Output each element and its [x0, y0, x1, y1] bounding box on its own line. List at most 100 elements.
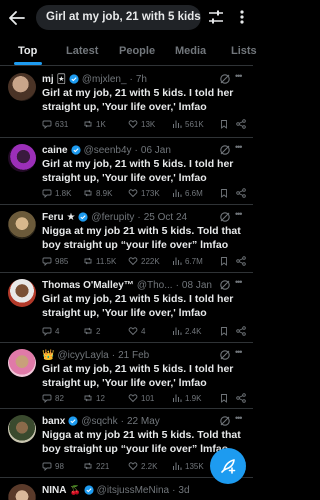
like-button[interactable]: 222K: [128, 256, 160, 266]
author-name[interactable]: Feru ★: [42, 212, 75, 223]
tweet-more-icon[interactable]: •••: [235, 71, 247, 83]
tweet-actions: 1.8K 8.9K 173K 6.6M: [42, 188, 247, 202]
tab-lists[interactable]: Lists: [231, 45, 257, 57]
grok-icon[interactable]: [219, 348, 231, 360]
retweet-count: 221: [96, 461, 110, 471]
like-count: 173K: [141, 188, 160, 198]
retweet-button[interactable]: 12: [83, 393, 105, 403]
tweet-time[interactable]: 06 Jan: [141, 145, 171, 156]
bookmark-button[interactable]: [219, 326, 229, 336]
like-button[interactable]: 101: [128, 393, 154, 403]
author-name[interactable]: NINA: [42, 485, 66, 496]
tweet-time[interactable]: 3d: [178, 485, 189, 496]
share-button[interactable]: [236, 188, 246, 198]
bookmark-button[interactable]: [219, 188, 229, 198]
avatar[interactable]: [8, 415, 36, 443]
reply-count: 98: [55, 461, 64, 471]
tweet-time[interactable]: 7h: [136, 74, 147, 85]
share-button[interactable]: [236, 256, 246, 266]
views-button[interactable]: 6.7M: [172, 256, 203, 266]
avatar[interactable]: [8, 144, 36, 172]
grok-icon[interactable]: [219, 143, 231, 155]
tweet-more-icon[interactable]: •••: [235, 142, 247, 154]
reply-button[interactable]: 4: [42, 326, 59, 336]
author-handle[interactable]: @Tho...: [137, 280, 173, 291]
name-emoji: 🃏: [56, 73, 66, 84]
share-button[interactable]: [236, 393, 246, 403]
dot-separator: ·: [172, 484, 176, 496]
tweet[interactable]: Thomas O'Malley™ @Tho... · 08 Jan ••• Gi…: [0, 273, 253, 343]
author-handle[interactable]: @seenb4y: [84, 145, 132, 156]
like-button[interactable]: 4: [128, 326, 145, 336]
bookmark-button[interactable]: [219, 119, 229, 129]
dot-separator: ·: [120, 415, 124, 427]
reply-button[interactable]: 631: [42, 119, 68, 129]
tweet[interactable]: NINA 🍒 @itsjussMeNina · 3d: [0, 478, 253, 500]
tweet-time[interactable]: 25 Oct 24: [144, 212, 187, 223]
grok-icon[interactable]: [219, 210, 231, 222]
bookmark-button[interactable]: [219, 393, 229, 403]
tweet-time[interactable]: 08 Jan: [182, 280, 212, 291]
share-icon: [236, 119, 246, 129]
dot-separator: ·: [134, 144, 138, 156]
verified-badge-icon: [78, 212, 89, 222]
compose-post-button[interactable]: [210, 448, 246, 484]
grok-icon[interactable]: [219, 278, 231, 290]
tweet-more-icon[interactable]: •••: [235, 347, 247, 359]
author-handle[interactable]: @ferupity: [91, 212, 134, 223]
like-button[interactable]: 2.2K: [128, 461, 157, 471]
search-input[interactable]: Girl at my job, 21 with 5 kids. I told h…: [36, 5, 201, 30]
like-button[interactable]: 173K: [128, 188, 160, 198]
author-name[interactable]: banx: [42, 416, 65, 427]
tweet[interactable]: caine @seenb4y · 06 Jan ••• Girl at my j…: [0, 138, 253, 205]
avatar[interactable]: [8, 211, 36, 239]
author-name[interactable]: 👑: [42, 350, 54, 361]
tweet-more-icon[interactable]: •••: [235, 277, 247, 289]
author-handle[interactable]: @itsjussMeNina: [97, 485, 169, 496]
avatar[interactable]: [8, 279, 36, 307]
share-button[interactable]: [236, 119, 246, 129]
grok-icon[interactable]: [219, 72, 231, 84]
avatar[interactable]: [8, 73, 36, 101]
tab-media[interactable]: Media: [175, 45, 206, 57]
tweet-more-icon[interactable]: •••: [235, 209, 247, 221]
author-name[interactable]: Thomas O'Malley™: [42, 280, 134, 291]
retweet-button[interactable]: 1K: [83, 119, 106, 129]
filter-sliders-icon[interactable]: [206, 7, 226, 27]
reply-button[interactable]: 1.8K: [42, 188, 71, 198]
tab-latest[interactable]: Latest: [66, 45, 98, 57]
reply-button[interactable]: 985: [42, 256, 68, 266]
retweet-button[interactable]: 221: [83, 461, 109, 471]
tweet[interactable]: mj 🃏 @mjxlen_ · 7h ••• Girl at my job, 2…: [0, 67, 253, 138]
avatar[interactable]: [8, 349, 36, 377]
retweet-button[interactable]: 8.9K: [83, 188, 112, 198]
tab-top[interactable]: Top: [18, 45, 37, 57]
tweet[interactable]: 👑 @icyyLayla · 21 Feb ••• Girl at my job…: [0, 343, 253, 409]
views-button[interactable]: 2.4K: [172, 326, 201, 336]
views-button[interactable]: 561K: [172, 119, 204, 129]
bookmark-button[interactable]: [219, 256, 229, 266]
views-button[interactable]: 1.9K: [172, 393, 201, 403]
views-button[interactable]: 6.6M: [172, 188, 203, 198]
reply-button[interactable]: 82: [42, 393, 64, 403]
tweet-time[interactable]: 21 Feb: [118, 350, 149, 361]
retweet-button[interactable]: 11.5K: [83, 256, 116, 266]
back-arrow-icon[interactable]: [6, 7, 28, 29]
avatar[interactable]: [8, 484, 36, 500]
author-handle[interactable]: @icyyLayla: [57, 350, 108, 361]
reply-button[interactable]: 98: [42, 461, 64, 471]
author-name[interactable]: caine: [42, 145, 68, 156]
author-name[interactable]: mj: [42, 74, 54, 85]
more-vertical-icon[interactable]: [235, 7, 249, 27]
share-button[interactable]: [236, 326, 246, 336]
views-button[interactable]: 135K: [172, 461, 204, 471]
author-handle[interactable]: @mjxlen_: [82, 74, 127, 85]
retweet-button[interactable]: 2: [83, 326, 100, 336]
like-button[interactable]: 13K: [128, 119, 155, 129]
tweet-more-icon[interactable]: •••: [235, 413, 247, 425]
tweet[interactable]: Feru ★ @ferupity · 25 Oct 24 ••• Nigga a…: [0, 205, 253, 273]
tweet-time[interactable]: 22 May: [127, 416, 160, 427]
tab-people[interactable]: People: [119, 45, 155, 57]
author-handle[interactable]: @sqchk: [81, 416, 117, 427]
grok-icon[interactable]: [219, 414, 231, 426]
